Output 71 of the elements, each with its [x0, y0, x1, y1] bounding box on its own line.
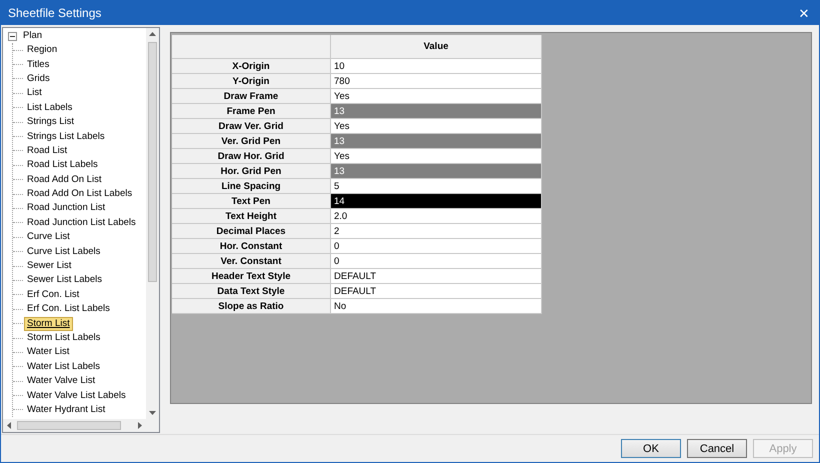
value-cell[interactable]: 2 — [331, 224, 542, 239]
tree-item[interactable]: Road List — [24, 144, 70, 158]
up-arrow-icon[interactable] — [149, 32, 156, 36]
down-arrow-icon[interactable] — [149, 411, 156, 415]
tree-item[interactable]: Strings List — [24, 115, 77, 130]
row-label: Y-Origin — [172, 74, 331, 89]
tree-item[interactable]: Road Junction List — [24, 201, 108, 216]
left-arrow-icon[interactable] — [7, 422, 11, 429]
tree-item[interactable]: Water List — [24, 345, 72, 360]
tree-item[interactable]: Storm List Labels — [24, 331, 104, 345]
tree-item[interactable]: List — [24, 86, 45, 100]
value-cell[interactable]: 2.0 — [331, 209, 542, 224]
row-label: Draw Frame — [172, 89, 331, 104]
tree-item[interactable]: Region — [24, 43, 60, 58]
row-label: Ver. Grid Pen — [172, 134, 331, 149]
value-cell[interactable]: 0 — [331, 254, 542, 269]
value-cell[interactable]: 10 — [331, 59, 542, 74]
tree-item[interactable]: Curve List Labels — [24, 244, 104, 259]
row-label: X-Origin — [172, 59, 331, 74]
tree-item[interactable]: Curve List — [24, 230, 73, 244]
tree-item[interactable]: Strings List Labels — [24, 130, 108, 144]
tree-item[interactable]: Storm List — [24, 316, 73, 331]
dialog-button[interactable]: OK — [621, 439, 681, 458]
row-label: Draw Hor. Grid — [172, 149, 331, 164]
value-cell[interactable]: 14 — [331, 194, 542, 209]
value-cell[interactable]: 780 — [331, 74, 542, 89]
value-cell[interactable]: 13 — [331, 134, 542, 149]
tree-item[interactable]: Sewer List Labels — [24, 273, 105, 288]
tree-item[interactable]: Road Add On List — [24, 172, 104, 187]
value-cell[interactable]: DEFAULT — [331, 269, 542, 284]
row-label: Text Height — [172, 209, 331, 224]
row-label: Decimal Places — [172, 224, 331, 239]
tree-item[interactable]: Titles — [24, 58, 52, 72]
tree-item[interactable]: Plan — [20, 29, 46, 43]
dialog-button[interactable]: Cancel — [687, 439, 747, 458]
row-label: Frame Pen — [172, 104, 331, 119]
row-label: Hor. Constant — [172, 239, 331, 254]
scrollbar-thumb[interactable] — [17, 421, 121, 430]
row-label: Slope as Ratio — [172, 299, 331, 314]
vertical-scrollbar[interactable] — [146, 28, 159, 419]
value-cell[interactable]: No — [331, 299, 542, 314]
row-label: Text Pen — [172, 194, 331, 209]
close-button[interactable]: ✕ — [789, 4, 819, 22]
row-label: Line Spacing — [172, 179, 331, 194]
row-label: Hor. Grid Pen — [172, 164, 331, 179]
tree-item[interactable]: Road Junction List Labels — [24, 216, 139, 230]
column-header: Value — [331, 35, 542, 59]
row-label: Draw Ver. Grid — [172, 119, 331, 134]
value-cell[interactable]: DEFAULT — [331, 284, 542, 299]
row-label: Ver. Constant — [172, 254, 331, 269]
value-cell[interactable]: 13 — [331, 164, 542, 179]
tree-item[interactable]: Erf Con. List Labels — [24, 302, 113, 316]
tree-item[interactable]: Water Valve List — [24, 374, 98, 388]
scrollbar-thumb[interactable] — [148, 42, 157, 282]
tree-item[interactable]: Erf Con. List — [24, 288, 82, 302]
tree-item[interactable]: Water Hydrant List — [24, 402, 108, 417]
tree-item[interactable]: Water List Labels — [24, 360, 104, 374]
tree-item[interactable]: Road Add On List Labels — [24, 187, 136, 202]
tree-item[interactable]: List Labels — [24, 100, 76, 115]
tree-item[interactable]: Grids — [24, 72, 53, 86]
tree-item[interactable]: Water Valve List Labels — [24, 388, 129, 403]
value-cell[interactable]: 0 — [331, 239, 542, 254]
value-cell[interactable]: 13 — [331, 104, 542, 119]
row-label: Data Text Style — [172, 284, 331, 299]
right-arrow-icon[interactable] — [138, 422, 142, 429]
collapse-icon[interactable] — [8, 32, 17, 40]
horizontal-scrollbar[interactable] — [3, 419, 146, 432]
window-title: Sheetfile Settings — [8, 6, 102, 20]
tree-item[interactable]: Sewer List — [24, 259, 74, 274]
row-label: Header Text Style — [172, 269, 331, 284]
tree-item[interactable]: Road List Labels — [24, 158, 101, 172]
